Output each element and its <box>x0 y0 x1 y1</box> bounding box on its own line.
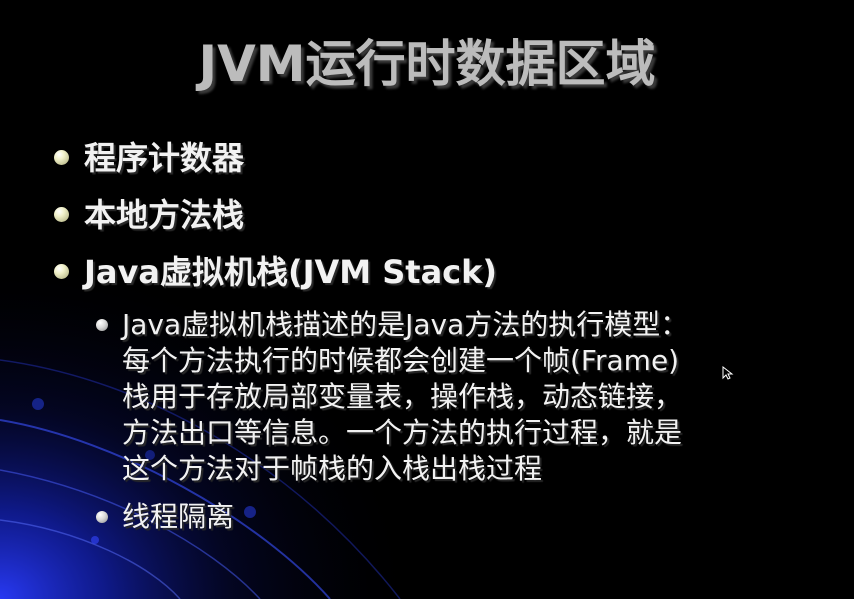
bullet-item: Java虚拟机栈(JVM Stack) <box>52 244 842 301</box>
bullet-item: 程序计数器 <box>52 130 842 187</box>
sub-bullet-line: 这个方法对于帧栈的入栈出栈过程 <box>122 452 543 485</box>
sub-bullet-item: 线程隔离 <box>94 499 842 535</box>
sub-bullet-item: Java虚拟机栈描述的是Java方法的执行模型： 每个方法执行的时候都会创建一个… <box>94 307 842 487</box>
bullet-dot-icon <box>54 150 69 165</box>
bullet-dot-icon <box>54 264 69 279</box>
bullet-list: 程序计数器 本地方法栈 Java虚拟机栈(JVM Stack) Java虚拟机栈… <box>52 130 842 535</box>
bullet-label: 本地方法栈 <box>84 196 245 234</box>
bullet-label: Java虚拟机栈(JVM Stack) <box>84 253 498 291</box>
bullet-item: 本地方法栈 <box>52 187 842 244</box>
sub-bullet-dot-icon <box>96 511 108 523</box>
sub-bullet-line: 栈用于存放局部变量表，操作栈，动态链接， <box>122 380 683 413</box>
sub-bullet-line: 方法出口等信息。一个方法的执行过程，就是 <box>122 416 683 449</box>
bullet-label: 程序计数器 <box>84 139 245 177</box>
slide-title: JVM运行时数据区域 <box>198 35 656 93</box>
sub-bullet-line: 每个方法执行的时候都会创建一个帧(Frame) <box>122 344 680 377</box>
sub-bullet-dot-icon <box>96 319 108 331</box>
mouse-cursor-icon <box>722 366 734 380</box>
sub-bullet-line: Java虚拟机栈描述的是Java方法的执行模型： <box>122 308 689 341</box>
sub-bullet-line: 线程隔离 <box>122 500 235 533</box>
bullet-dot-icon <box>54 207 69 222</box>
